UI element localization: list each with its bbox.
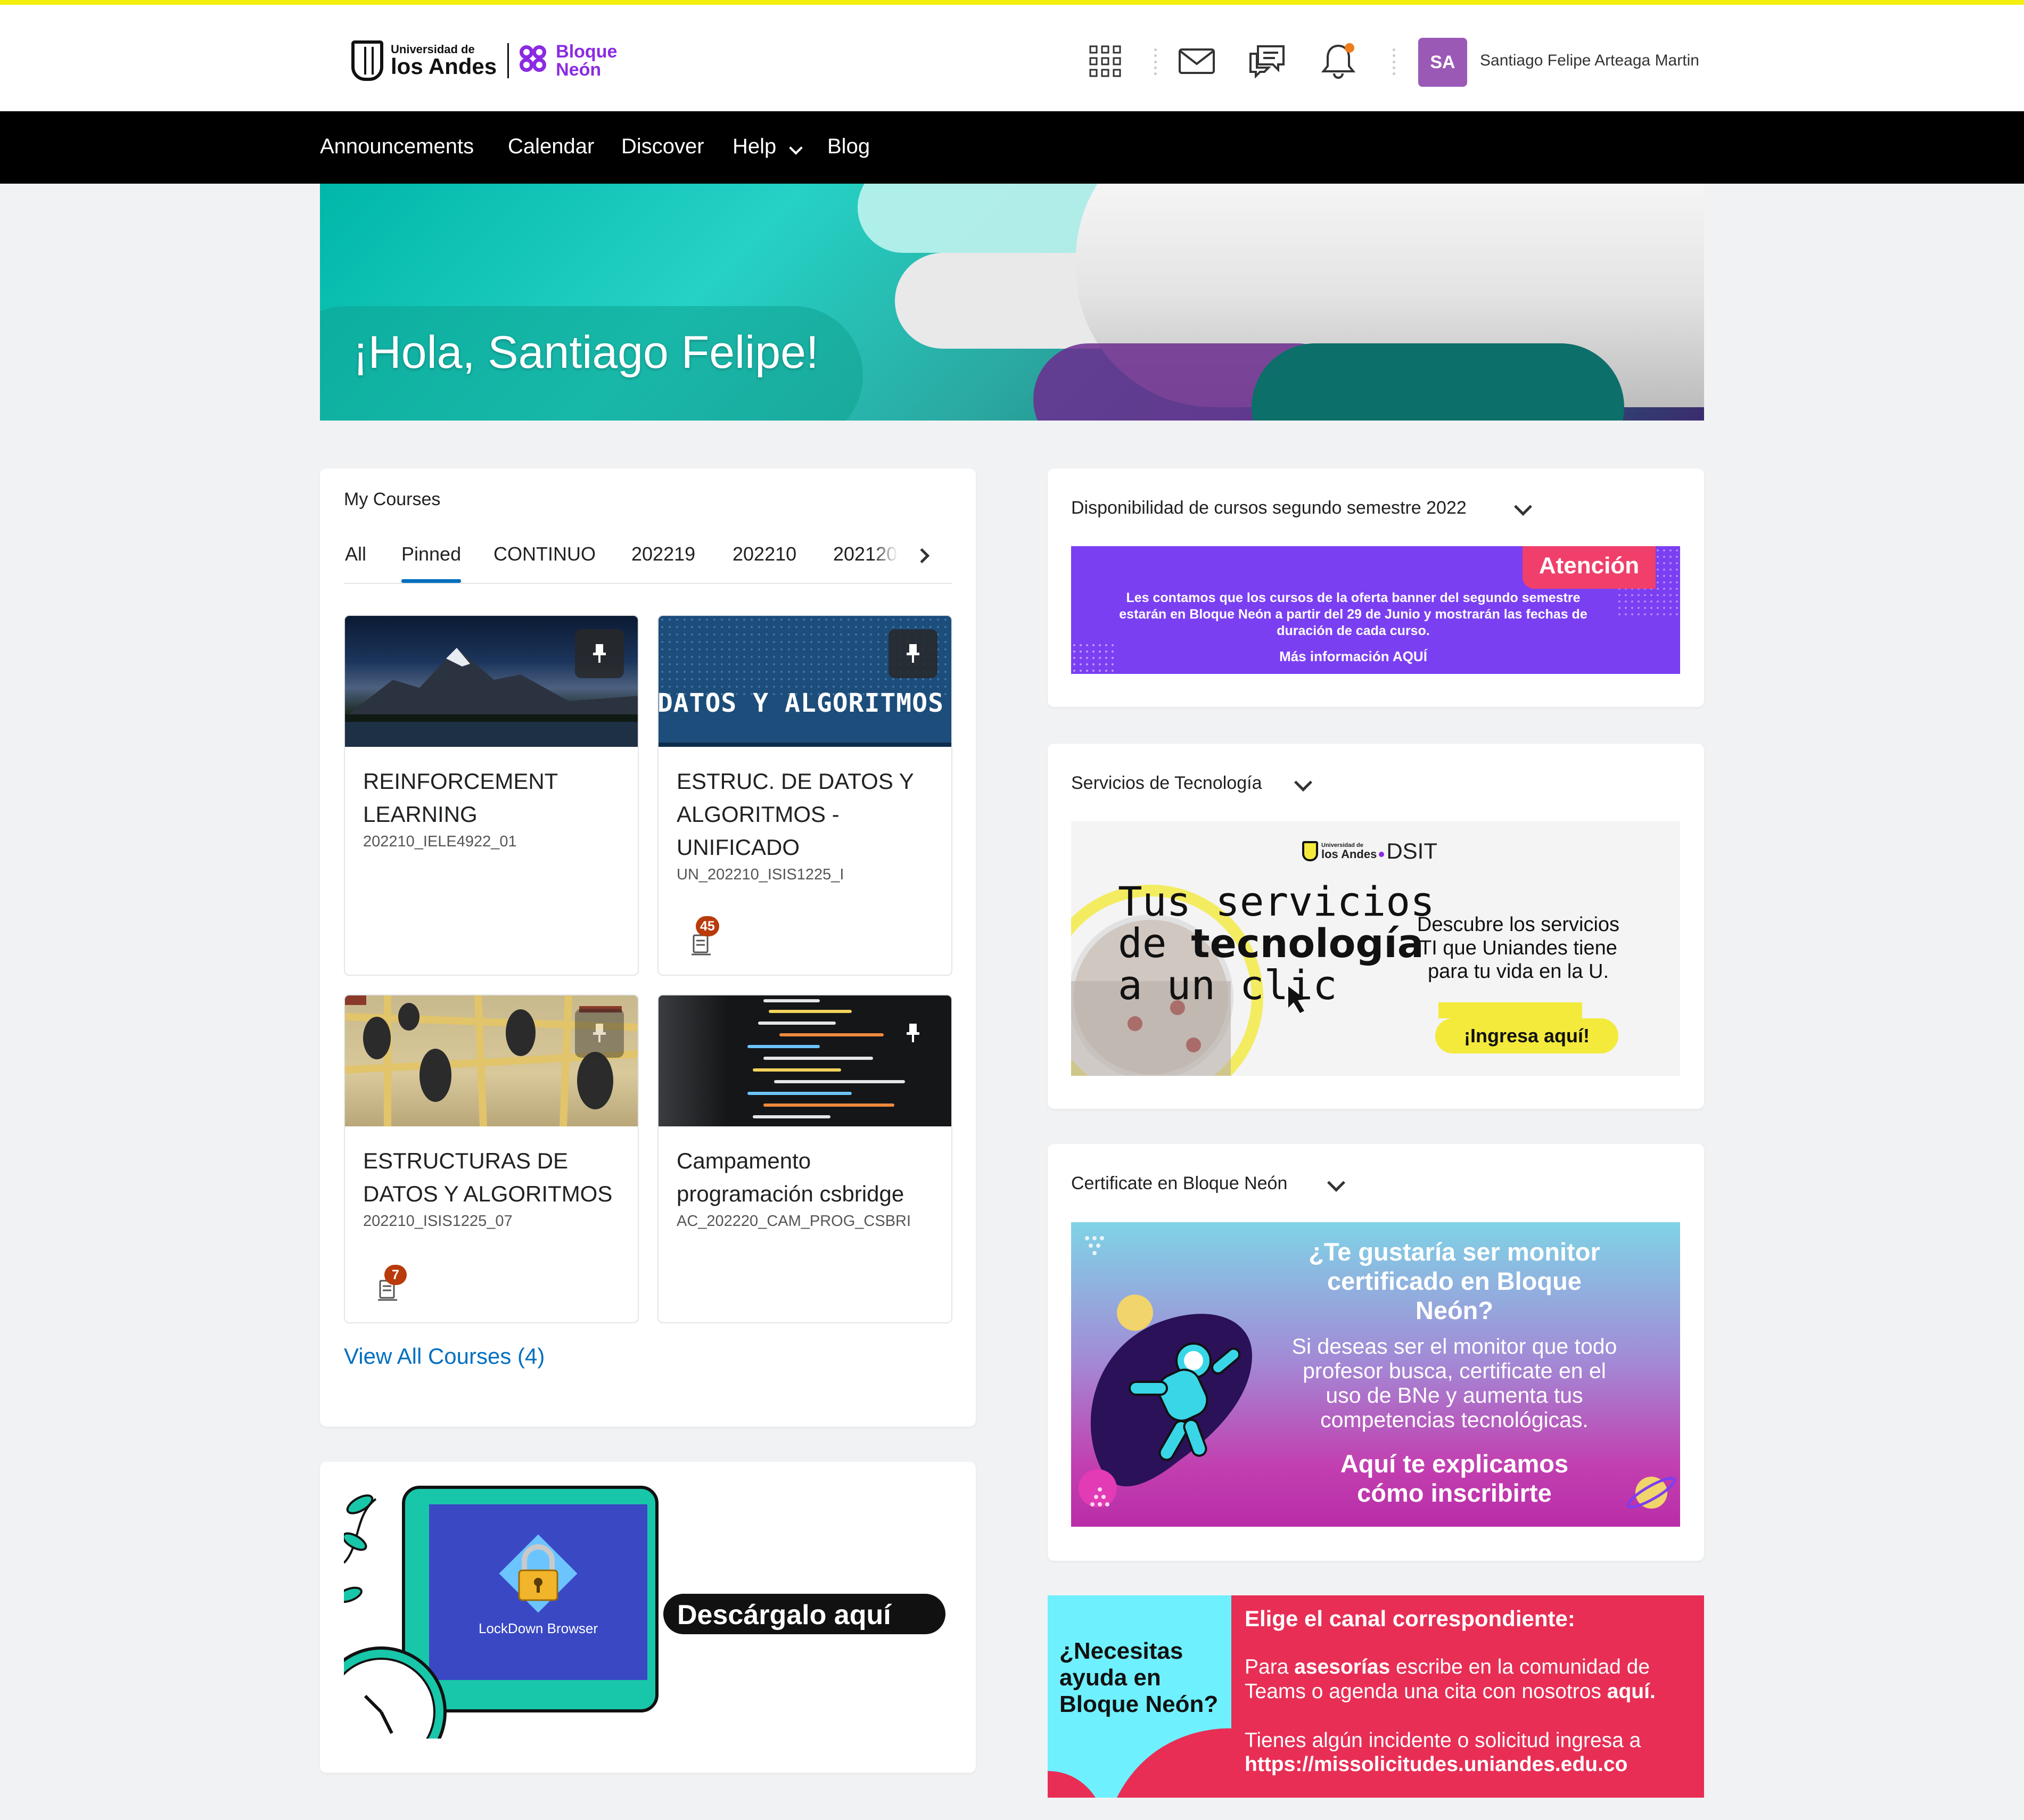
course-card-campamento[interactable]: Campamento programación csbridge AC_2022…: [657, 994, 952, 1323]
hero-banner: ¡Hola, Santiago Felipe!: [320, 184, 1704, 421]
dsit-logo: Universidad de los Andes DSIT: [1302, 838, 1437, 864]
certificate-banner[interactable]: ¿Te gustaría ser monitor certificado en …: [1071, 1222, 1680, 1527]
course-code: AC_202220_CAM_PROG_CSBRI: [677, 1213, 911, 1230]
uniandes-wordmark: Universidad de los Andes: [391, 44, 497, 78]
help-p1-b: asesorías: [1294, 1656, 1391, 1678]
assignments-icon[interactable]: [689, 933, 713, 959]
help-paragraph-2: Tienes algún incidente o solicitud ingre…: [1245, 1729, 1641, 1752]
uniandes-shield-icon: [351, 40, 383, 81]
help-p1-link[interactable]: aquí.: [1607, 1680, 1656, 1703]
avatar[interactable]: SA: [1418, 38, 1467, 87]
tab-all[interactable]: All: [345, 543, 366, 565]
tab-pinned[interactable]: Pinned: [401, 543, 461, 565]
top-accent-strip: [0, 0, 2024, 5]
pin-icon[interactable]: [888, 1009, 937, 1058]
course-code: 202210_ISIS1225_07: [363, 1213, 513, 1230]
tab-202210[interactable]: 202210: [733, 543, 796, 565]
course-code: 202210_IELE4922_01: [363, 833, 517, 850]
course-title[interactable]: Campamento programación csbridge: [677, 1144, 943, 1210]
header-separator: [1153, 48, 1157, 75]
notification-badge: 45: [696, 916, 719, 936]
nav-calendar[interactable]: Calendar: [508, 135, 594, 159]
help-heading: Elige el canal correspondiente:: [1245, 1606, 1575, 1631]
certificate-cta[interactable]: Aquí te explicamos cómo inscribirte: [1321, 1449, 1587, 1508]
home-logo[interactable]: Universidad de los Andes Bloque Neón: [351, 38, 630, 84]
tab-202120[interactable]: 202120: [833, 543, 898, 565]
logo-divider: [507, 43, 509, 78]
servicios-title: Servicios de Tecnología: [1071, 773, 1262, 793]
notifications-bell-icon[interactable]: [1317, 40, 1360, 83]
certificate-headline: ¿Te gustaría ser monitor certificado en …: [1309, 1238, 1600, 1324]
active-tab-indicator: [401, 579, 461, 583]
lockdown-app-label: LockDown Browser: [479, 1620, 598, 1636]
help-paragraph-1: Para asesorías escribe en la comunidad d…: [1245, 1655, 1697, 1704]
dsit-logo-big: los Andes: [1321, 847, 1377, 861]
course-image-text: E DATOS Y ALGORITMOS: [657, 688, 944, 718]
pin-icon[interactable]: [575, 1009, 624, 1058]
servicios-headline-3: a un clic: [1118, 961, 1337, 1009]
my-courses-title: My Courses: [344, 489, 441, 509]
header-separator-2: [1392, 48, 1396, 75]
servicios-banner[interactable]: Universidad de los Andes DSIT Tus servic…: [1071, 821, 1680, 1076]
notification-badge: 7: [384, 1265, 407, 1285]
help-p1-a: Para: [1245, 1656, 1295, 1678]
course-title[interactable]: ESTRUC. DE DATOS Y ALGORITMOS - UNIFICAD…: [677, 765, 943, 864]
dsit-logo-unit: DSIT: [1386, 838, 1437, 863]
disponibilidad-title: Disponibilidad de cursos segundo semestr…: [1071, 498, 1467, 518]
disponibilidad-banner[interactable]: Atención Les contamos que los cursos de …: [1071, 546, 1680, 674]
certificate-body: Si deseas ser el monitor que todo profes…: [1291, 1334, 1617, 1432]
course-title[interactable]: ESTRUCTURAS DE DATOS Y ALGORITMOS: [363, 1144, 629, 1210]
lockdown-browser-banner[interactable]: LockDown Browser Descárgalo aquí: [344, 1483, 952, 1739]
course-card-reinforcement-learning[interactable]: REINFORCEMENT LEARNING 202210_IELE4922_0…: [344, 615, 639, 976]
certificate-title: Certificate en Bloque Neón: [1071, 1173, 1288, 1193]
course-title[interactable]: REINFORCEMENT LEARNING: [363, 765, 624, 831]
apps-grid-icon[interactable]: [1084, 40, 1126, 83]
mail-icon[interactable]: [1175, 40, 1218, 83]
servicios-desc: Descubre los servicios TI que Uniandes t…: [1417, 913, 1620, 983]
course-card-estruc-datos-unificado[interactable]: E DATOS Y ALGORITMOS ESTRUC. DE DATOS Y …: [657, 615, 952, 976]
tab-continuo[interactable]: CONTINUO: [493, 543, 596, 565]
servicios-headline-2a: de: [1118, 919, 1191, 967]
header: Universidad de los Andes Bloque Neón SA …: [0, 5, 2024, 111]
help-banner[interactable]: ¿Necesitas ayuda en Bloque Neón? Elige e…: [1048, 1595, 1704, 1798]
view-all-courses-link[interactable]: View All Courses (4): [344, 1344, 545, 1369]
attention-tag: Atención: [1538, 553, 1640, 579]
help-chevron-down-icon[interactable]: [789, 141, 803, 155]
pin-icon[interactable]: [575, 629, 624, 678]
main-navigation: Announcements Calendar Discover Help Blo…: [0, 111, 2024, 184]
help-url-link[interactable]: https://missolicitudes.uniandes.edu.co: [1245, 1753, 1627, 1776]
nav-announcements[interactable]: Announcements: [320, 135, 474, 159]
tabs-divider: [344, 583, 952, 584]
lockdown-download-cta[interactable]: Descárgalo aquí: [677, 1599, 891, 1631]
servicios-headline-2b: tecnología: [1191, 921, 1424, 967]
chat-icon[interactable]: [1246, 40, 1288, 83]
course-card-estructuras-datos[interactable]: ESTRUCTURAS DE DATOS Y ALGORITMOS 202210…: [344, 994, 639, 1323]
nav-discover[interactable]: Discover: [621, 135, 704, 159]
nav-blog[interactable]: Blog: [827, 135, 870, 159]
greeting: ¡Hola, Santiago Felipe!: [353, 327, 819, 378]
disponibilidad-body: Les contamos que los cursos de la oferta…: [1119, 590, 1587, 638]
pin-icon[interactable]: [888, 629, 937, 678]
servicios-headline-1: Tus servicios: [1118, 878, 1435, 925]
bloque-neon-mark-icon: [520, 45, 550, 76]
nav-help[interactable]: Help: [733, 135, 776, 159]
servicios-cta-button[interactable]: ¡Ingresa aquí!: [1435, 1018, 1618, 1053]
logo-brand: Bloque Neón: [556, 42, 618, 80]
disponibilidad-link[interactable]: Más información AQUÍ: [1071, 648, 1635, 665]
user-name[interactable]: Santiago Felipe Arteaga Martin: [1480, 52, 1699, 70]
help-left-text: ¿Necesitas ayuda en Bloque Neón?: [1059, 1638, 1219, 1717]
course-code: UN_202210_ISIS1225_I: [677, 866, 844, 883]
logo-university-big: los Andes: [391, 54, 497, 79]
tab-202219[interactable]: 202219: [631, 543, 695, 565]
